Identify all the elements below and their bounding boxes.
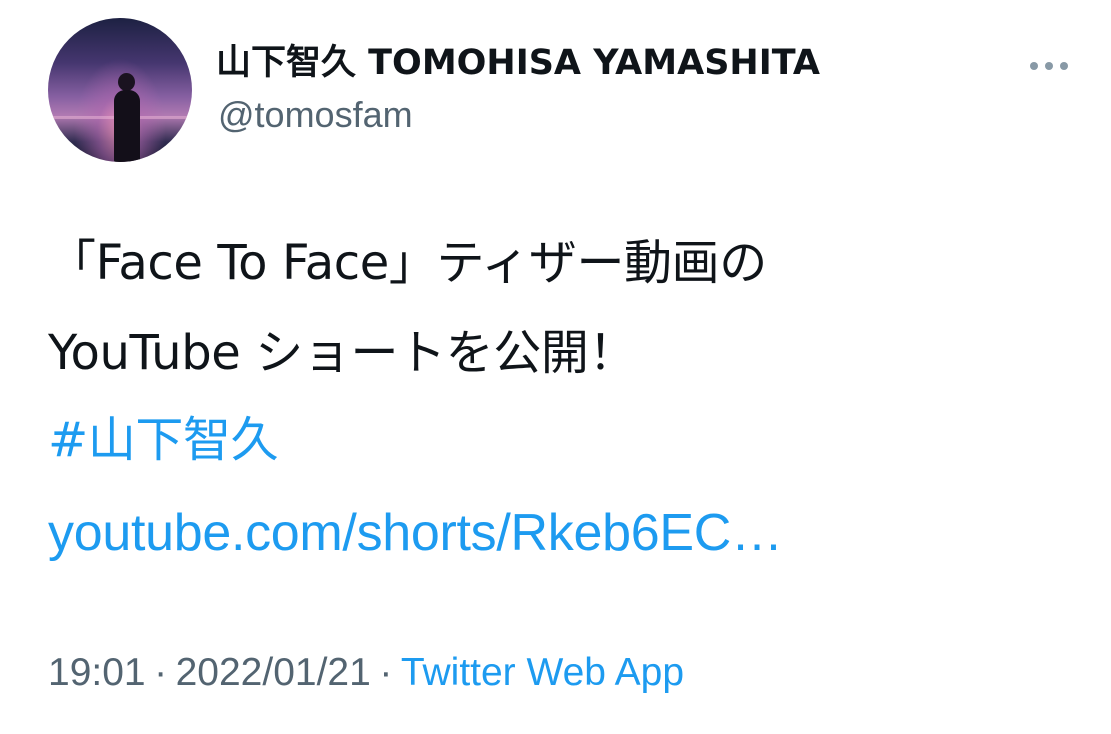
hashtag-link[interactable]: #山下智久 [48, 405, 348, 475]
metadata-separator: · [154, 651, 168, 694]
more-dot-icon [1030, 62, 1038, 70]
avatar-person-head [118, 73, 135, 91]
more-horizontal-icon [1030, 62, 1068, 70]
more-dot-icon [1045, 62, 1053, 70]
tweet-text-line-1: 「Face To Face」ティザー動画の [48, 235, 767, 291]
metadata-separator: · [379, 651, 393, 694]
tweet-date[interactable]: 2022/01/21 [176, 651, 371, 694]
tweet-text-line-2: YouTube ショートを公開！ [48, 325, 637, 381]
author-avatar[interactable] [48, 18, 192, 162]
avatar-person-silhouette [109, 73, 145, 162]
tweet-card: 山下智久 TOMOHISA YAMASHITA @tomosfam 「Face … [0, 0, 1111, 734]
tweet-time[interactable]: 19:01 [48, 651, 146, 694]
more-options-button[interactable] [1022, 48, 1076, 82]
source-link[interactable]: Twitter Web App [401, 651, 684, 694]
tweet-metadata: 19:01 · 2022/01/21 · Twitter Web App [48, 649, 808, 697]
youtube-short-link[interactable]: youtube.com/shorts/Rkeb6EC… [48, 498, 923, 568]
more-dot-icon [1060, 62, 1068, 70]
avatar-person-body [114, 90, 140, 162]
author-handle[interactable]: @tomosfam [218, 95, 568, 135]
author-name[interactable]: 山下智久 TOMOHISA YAMASHITA [216, 42, 916, 84]
